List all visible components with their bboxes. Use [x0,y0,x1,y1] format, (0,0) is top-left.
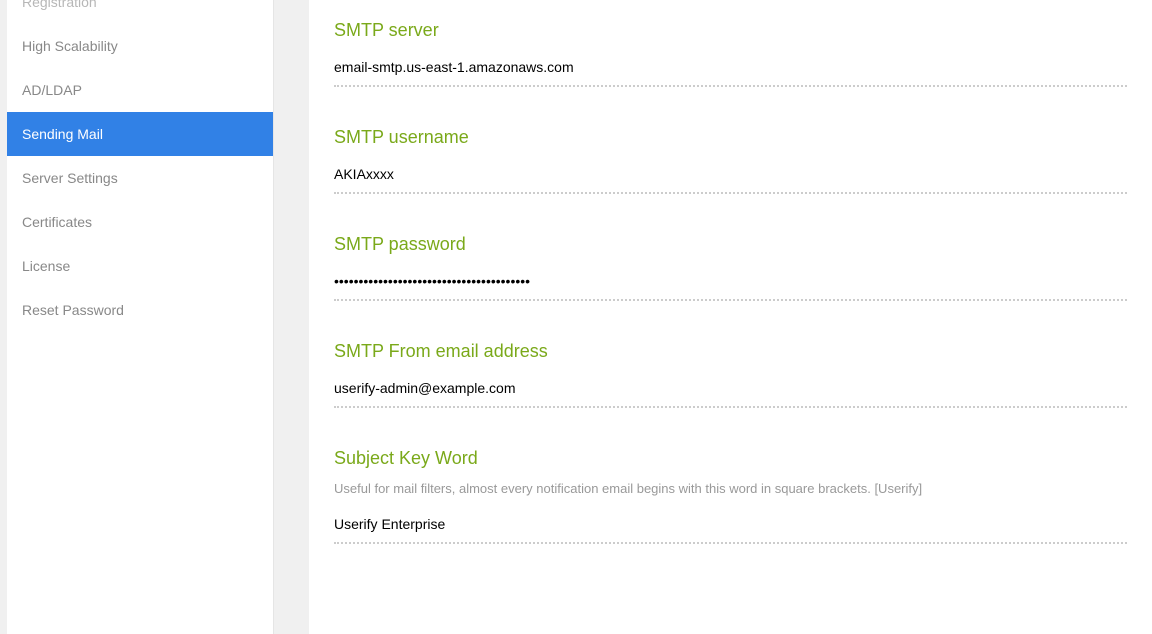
field-smtp-from: SMTP From email address [334,341,1127,408]
sidebar-item-reset-password[interactable]: Reset Password [7,288,273,332]
sending-mail-panel: SMTP server SMTP username SMTP password … [309,0,1152,634]
sidebar-item-ad-ldap[interactable]: AD/LDAP [7,68,273,112]
settings-sidebar: Registration High Scalability AD/LDAP Se… [7,0,274,634]
sidebar-item-high-scalability[interactable]: High Scalability [7,24,273,68]
sidebar-item-server-settings[interactable]: Server Settings [7,156,273,200]
field-smtp-server: SMTP server [334,20,1127,87]
smtp-password-label: SMTP password [334,234,1127,255]
smtp-from-label: SMTP From email address [334,341,1127,362]
subject-keyword-input[interactable] [334,510,1127,544]
sidebar-item-certificates[interactable]: Certificates [7,200,273,244]
smtp-from-input[interactable] [334,374,1127,408]
subject-keyword-label: Subject Key Word [334,448,1127,469]
smtp-username-label: SMTP username [334,127,1127,148]
sidebar-item-sending-mail[interactable]: Sending Mail [7,112,273,156]
smtp-server-input[interactable] [334,53,1127,87]
field-smtp-username: SMTP username [334,127,1127,194]
sidebar-item-registration[interactable]: Registration [7,0,273,24]
smtp-username-input[interactable] [334,160,1127,194]
smtp-server-label: SMTP server [334,20,1127,41]
field-smtp-password: SMTP password [334,234,1127,301]
sidebar-item-license[interactable]: License [7,244,273,288]
main-content: SMTP server SMTP username SMTP password … [274,0,1152,634]
subject-keyword-help: Useful for mail filters, almost every no… [334,481,1127,496]
field-subject-keyword: Subject Key Word Useful for mail filters… [334,448,1127,544]
smtp-password-input[interactable] [334,267,1127,301]
